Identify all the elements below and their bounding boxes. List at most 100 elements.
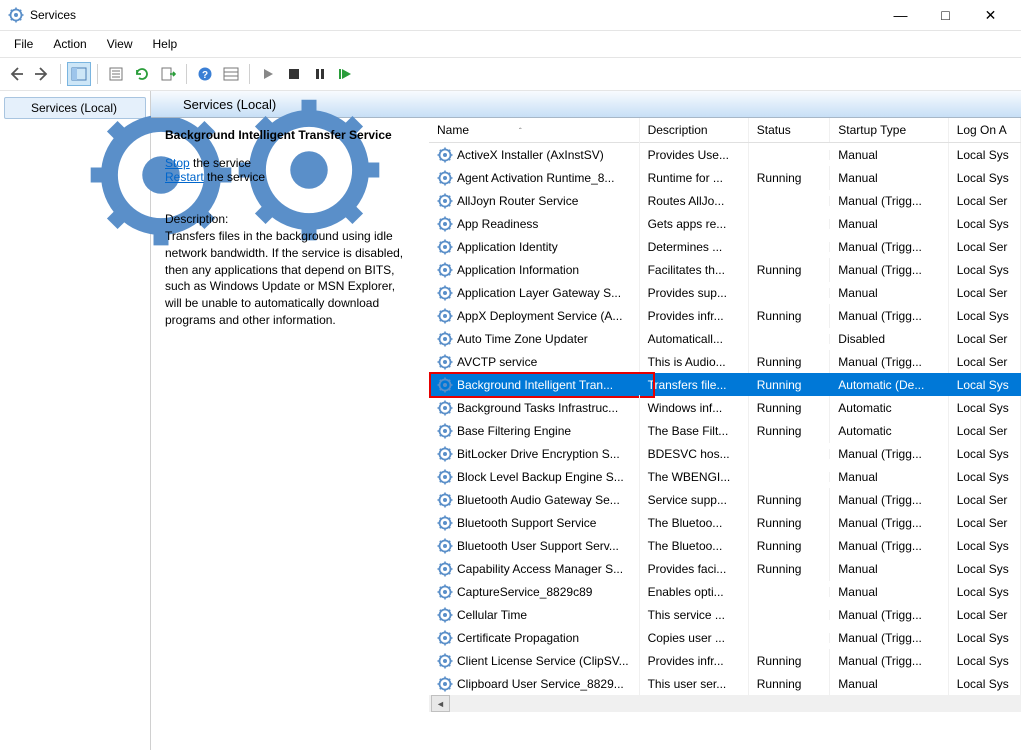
- service-status: [749, 633, 831, 643]
- menu-action[interactable]: Action: [43, 35, 96, 53]
- service-status: Running: [749, 672, 831, 696]
- service-row[interactable]: Client License Service (ClipSV...Provide…: [429, 649, 1021, 672]
- service-status: Running: [749, 166, 831, 190]
- pane-header: Services (Local): [151, 91, 1021, 118]
- service-name: Application Information: [457, 263, 579, 277]
- gear-icon: [437, 676, 453, 692]
- gear-icon: [437, 354, 453, 370]
- gear-icon: [437, 216, 453, 232]
- gear-icon: [437, 538, 453, 554]
- service-status: [749, 610, 831, 620]
- service-row[interactable]: Bluetooth Support ServiceThe Bluetoo...R…: [429, 511, 1021, 534]
- service-row[interactable]: Application Layer Gateway S...Provides s…: [429, 281, 1021, 304]
- menu-view[interactable]: View: [97, 35, 143, 53]
- gear-icon: [437, 400, 453, 416]
- service-row[interactable]: ActiveX Installer (AxInstSV) Provides Use…: [429, 143, 1021, 166]
- stop-service-button[interactable]: [282, 62, 306, 86]
- col-header-description[interactable]: Description: [640, 118, 749, 142]
- service-description: Provides infr...: [640, 304, 749, 328]
- start-service-button[interactable]: [256, 62, 280, 86]
- restart-service-button[interactable]: [334, 62, 358, 86]
- service-description: Runtime for ...: [640, 166, 749, 190]
- minimize-button[interactable]: ―: [878, 1, 923, 29]
- service-description: Enables opti...: [640, 580, 749, 604]
- restart-link[interactable]: Restart: [165, 170, 204, 184]
- scroll-left-button[interactable]: ◄: [431, 695, 450, 712]
- service-logon: Local Sys: [949, 580, 1021, 604]
- service-startup: Manual (Trigg...: [830, 603, 948, 627]
- service-status: Running: [749, 304, 831, 328]
- refresh-button[interactable]: [130, 62, 154, 86]
- tree-item-services-local[interactable]: Services (Local): [4, 97, 146, 119]
- service-description: This service ...: [640, 603, 749, 627]
- service-row[interactable]: Cellular TimeThis service ...Manual (Tri…: [429, 603, 1021, 626]
- service-row[interactable]: Bluetooth Audio Gateway Se...Service sup…: [429, 488, 1021, 511]
- service-name: Base Filtering Engine: [457, 424, 571, 438]
- service-logon: Local Sys: [949, 396, 1021, 420]
- col-header-logon[interactable]: Log On A: [949, 118, 1021, 142]
- detail-pane: Background Intelligent Transfer Service …: [151, 118, 429, 750]
- service-row[interactable]: AVCTP serviceThis is Audio...RunningManu…: [429, 350, 1021, 373]
- service-row[interactable]: AllJoyn Router ServiceRoutes AllJo...Man…: [429, 189, 1021, 212]
- service-description: Copies user ...: [640, 626, 749, 650]
- service-startup: Manual (Trigg...: [830, 649, 948, 673]
- list-view-button[interactable]: [219, 62, 243, 86]
- service-row[interactable]: AppX Deployment Service (A...Provides in…: [429, 304, 1021, 327]
- export-button[interactable]: [156, 62, 180, 86]
- service-status: Running: [749, 488, 831, 512]
- service-row[interactable]: Agent Activation Runtime_8...Runtime for…: [429, 166, 1021, 189]
- back-button[interactable]: [4, 62, 28, 86]
- service-description: Automaticall...: [640, 327, 749, 351]
- service-row[interactable]: Background Tasks Infrastruc...Windows in…: [429, 396, 1021, 419]
- service-status: Running: [749, 258, 831, 282]
- service-logon: Local Sys: [949, 258, 1021, 282]
- help-button[interactable]: ?: [193, 62, 217, 86]
- service-logon: Local Sys: [949, 672, 1021, 696]
- col-header-startup[interactable]: Startup Type: [830, 118, 948, 142]
- close-button[interactable]: ✕: [968, 1, 1013, 29]
- forward-button[interactable]: [30, 62, 54, 86]
- menu-file[interactable]: File: [4, 35, 43, 53]
- service-list-pane[interactable]: Nameˆ Description Status Startup Type Lo…: [429, 118, 1021, 750]
- service-logon: Local Ser: [949, 235, 1021, 259]
- service-row[interactable]: Application InformationFacilitates th...…: [429, 258, 1021, 281]
- service-description: Provides Use...: [640, 143, 749, 167]
- service-row[interactable]: App ReadinessGets apps re...ManualLocal …: [429, 212, 1021, 235]
- service-description: The Bluetoo...: [640, 511, 749, 535]
- col-header-name[interactable]: Nameˆ: [429, 118, 640, 142]
- col-header-status[interactable]: Status: [749, 118, 831, 142]
- gear-icon: [11, 100, 27, 116]
- service-row[interactable]: Background Intelligent Tran...Transfers …: [429, 373, 1021, 396]
- service-startup: Automatic: [830, 396, 948, 420]
- properties-button[interactable]: [104, 62, 128, 86]
- service-name: App Readiness: [457, 217, 538, 231]
- service-row[interactable]: CaptureService_8829c89Enables opti...Man…: [429, 580, 1021, 603]
- service-row[interactable]: BitLocker Drive Encryption S...BDESVC ho…: [429, 442, 1021, 465]
- service-row[interactable]: Block Level Backup Engine S...The WBENGI…: [429, 465, 1021, 488]
- menu-help[interactable]: Help: [143, 35, 188, 53]
- service-status: Running: [749, 534, 831, 558]
- gear-icon: [437, 653, 453, 669]
- service-row[interactable]: Auto Time Zone UpdaterAutomaticall...Dis…: [429, 327, 1021, 350]
- gear-icon: [159, 95, 177, 113]
- service-startup: Disabled: [830, 327, 948, 351]
- show-hide-tree-button[interactable]: [67, 62, 91, 86]
- service-row[interactable]: Capability Access Manager S...Provides f…: [429, 557, 1021, 580]
- maximize-button[interactable]: □: [923, 1, 968, 29]
- service-name: ActiveX Installer (AxInstSV): [457, 148, 604, 162]
- pause-service-button[interactable]: [308, 62, 332, 86]
- service-row[interactable]: Base Filtering EngineThe Base Filt...Run…: [429, 419, 1021, 442]
- stop-link[interactable]: Stop: [165, 156, 190, 170]
- service-status: Running: [749, 419, 831, 443]
- service-row[interactable]: Clipboard User Service_8829...This user …: [429, 672, 1021, 695]
- service-logon: Local Sys: [949, 212, 1021, 236]
- service-description: Transfers file...: [640, 373, 749, 397]
- service-description: Gets apps re...: [640, 212, 749, 236]
- horizontal-scrollbar[interactable]: ◄: [429, 695, 1021, 712]
- service-row[interactable]: Bluetooth User Support Serv...The Blueto…: [429, 534, 1021, 557]
- service-row[interactable]: Application IdentityDetermines ...Manual…: [429, 235, 1021, 258]
- service-row[interactable]: Certificate PropagationCopies user ...Ma…: [429, 626, 1021, 649]
- service-logon: Local Ser: [949, 350, 1021, 374]
- service-startup: Manual: [830, 166, 948, 190]
- service-description: This is Audio...: [640, 350, 749, 374]
